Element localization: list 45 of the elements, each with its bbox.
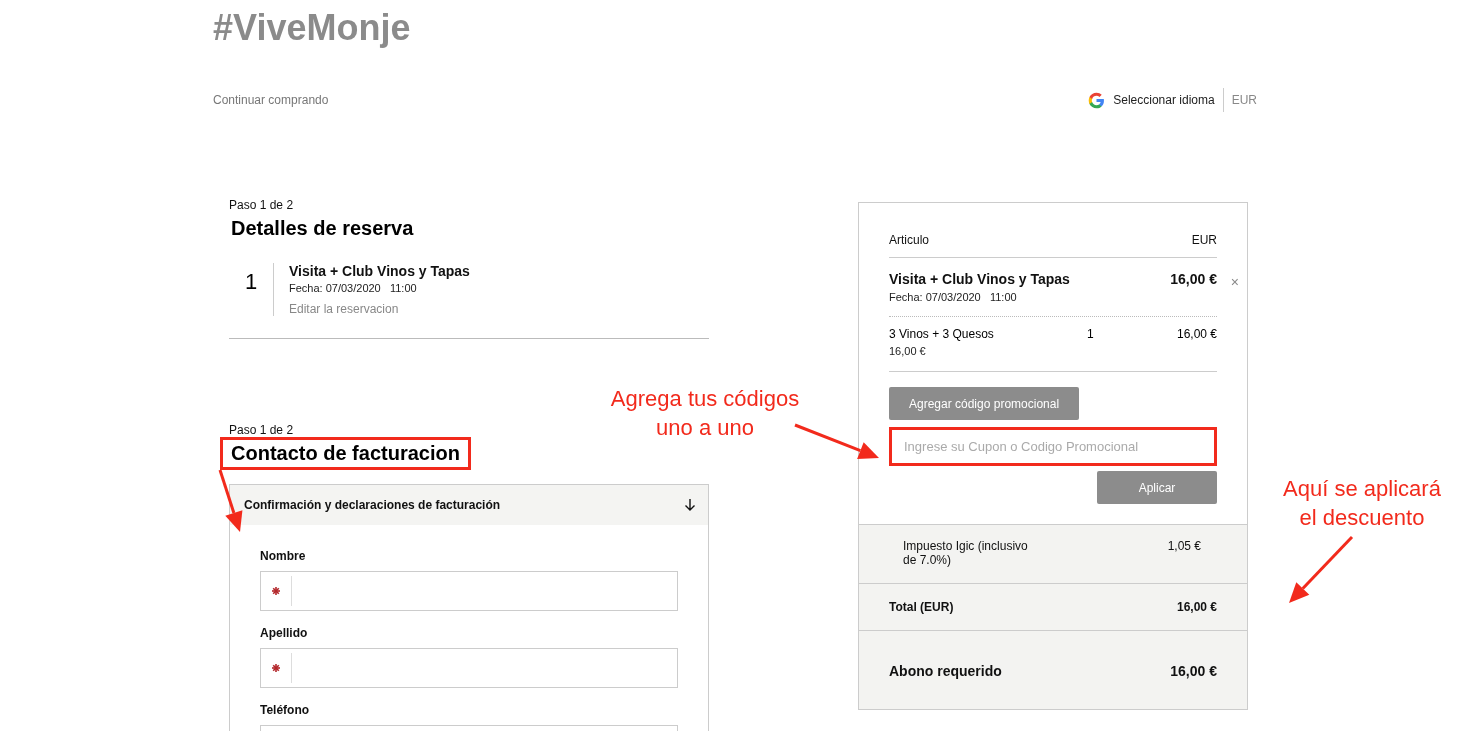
item-date: Fecha: 07/03/2020 11:00 [289, 282, 418, 294]
required-icon [271, 663, 281, 673]
annotation-text: Agrega tus códigos uno a uno [609, 385, 801, 442]
total-value: 16,00 € [1176, 600, 1217, 614]
line-unit-price: 16,00 € [889, 345, 927, 357]
column-header: EUR [1191, 233, 1217, 247]
accordion-header[interactable]: Confirmación y declaraciones de facturación [230, 485, 708, 525]
field-label: Apellido [260, 626, 309, 640]
add-promo-button[interactable]: Agregar código promocional [889, 387, 1080, 420]
column-header: Articulo [889, 233, 929, 247]
step-label: Paso 1 de 2 [229, 423, 294, 437]
continue-shopping-link[interactable]: Continuar comprando [213, 93, 329, 107]
language-selector[interactable]: Seleccionar idioma [1113, 93, 1215, 107]
tax-label: Impuesto Igic (inclusivo de 7.0%) [903, 539, 1029, 567]
edit-booking-link[interactable]: Editar la reservacion [289, 302, 470, 316]
field-label: Teléfono [260, 703, 311, 717]
field-label: Nombre [260, 549, 307, 563]
deposit-label: Abono requerido [889, 663, 1002, 679]
item-name: Visita + Club Vinos y Tapas [289, 263, 470, 279]
deposit-value: 16,00 € [1170, 663, 1217, 679]
arrow-down-icon [684, 498, 696, 512]
promo-code-field[interactable]: Ingrese su Cupon o Codigo Promocional [889, 427, 1217, 466]
apply-button[interactable]: Aplicar [1097, 471, 1217, 504]
text-field[interactable] [260, 648, 678, 688]
currency-selector[interactable]: EUR [1231, 93, 1257, 107]
annotation-arrow [1289, 535, 1354, 603]
line-total: 16,00 € [1176, 327, 1217, 343]
remove-button[interactable]: × [1230, 274, 1239, 290]
annotation-arrow [218, 469, 243, 532]
item-date: Fecha: 07/03/2020 11:00 [889, 291, 1018, 303]
line-name: 3 Vinos + 3 Quesos [889, 327, 995, 341]
required-icon [271, 586, 281, 596]
item-number: 1 [229, 263, 274, 316]
tax-value: 1,05 € [1167, 539, 1201, 553]
item-name: Visita + Club Vinos y Tapas [889, 271, 1070, 287]
total-label: Total (EUR) [889, 600, 954, 614]
annotation-text: Aquí se aplicará el descuento [1282, 475, 1442, 532]
brand-title: #ViveMonje [213, 6, 412, 48]
step-label: Paso 1 de 2 [229, 198, 294, 212]
item-price: 16,00 € [1170, 271, 1217, 287]
text-field[interactable] [260, 571, 678, 611]
google-icon [1088, 91, 1106, 109]
section-heading: Contacto de facturacion [220, 437, 471, 470]
line-quantity: 1 [1086, 327, 1095, 343]
section-heading: Detalles de reserva [230, 216, 415, 241]
